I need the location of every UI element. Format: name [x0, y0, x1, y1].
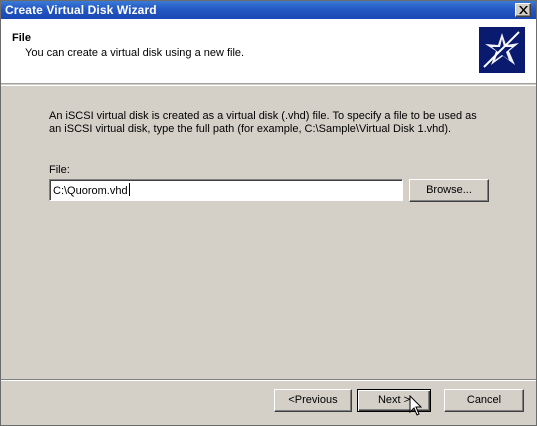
description-line-1: An iSCSI virtual disk is created as a vi… [49, 110, 477, 122]
page-subtitle: You can create a virtual disk using a ne… [25, 47, 245, 59]
close-button[interactable] [515, 3, 531, 17]
footer-divider-highlight [1, 380, 536, 381]
text-caret [128, 183, 130, 196]
file-path-input[interactable]: C:\Quorom.vhd [49, 179, 403, 201]
mouse-cursor-icon [409, 395, 423, 416]
file-label: File: [49, 164, 70, 176]
wizard-star-icon [479, 27, 525, 73]
previous-button[interactable]: <Previous [274, 389, 352, 412]
file-path-value: C:\Quorom.vhd [53, 185, 128, 197]
title-bar[interactable]: Create Virtual Disk Wizard [1, 1, 536, 19]
cancel-button[interactable]: Cancel [444, 389, 524, 412]
browse-button[interactable]: Browse... [409, 179, 489, 202]
wizard-window: Create Virtual Disk Wizard File You can … [0, 0, 537, 426]
page-title: File [12, 32, 31, 44]
description-text: An iSCSI virtual disk is created as a vi… [49, 110, 499, 136]
wizard-header: File You can create a virtual disk using… [1, 19, 536, 84]
close-icon [519, 6, 528, 14]
header-separator [1, 85, 536, 86]
window-title: Create Virtual Disk Wizard [5, 3, 157, 17]
description-line-2: an iSCSI virtual disk, type the full pat… [49, 123, 452, 135]
